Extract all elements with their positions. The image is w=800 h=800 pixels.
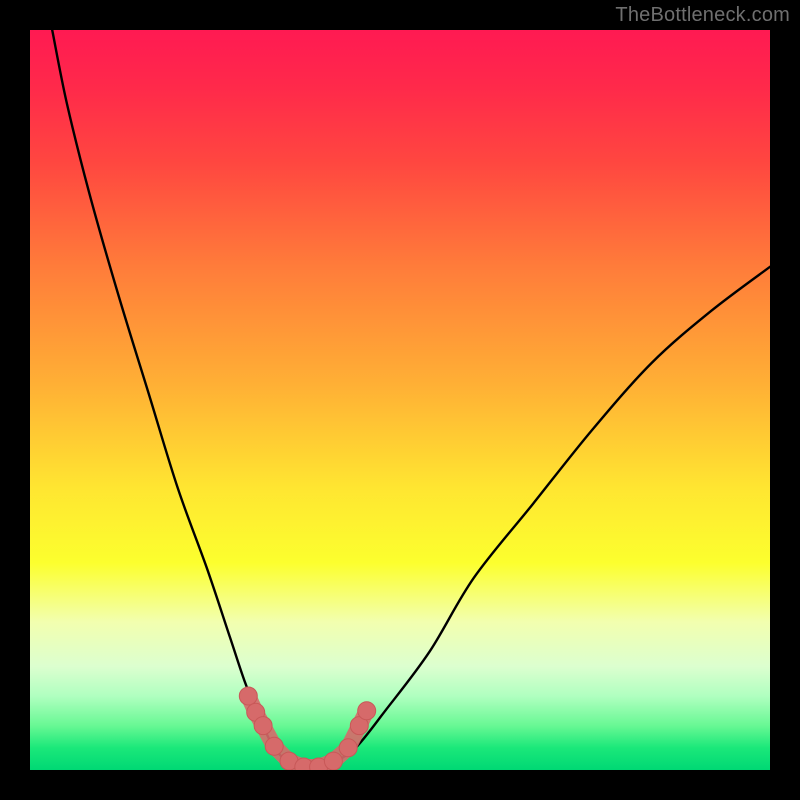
watermark-text: TheBottleneck.com (615, 4, 790, 27)
marker-dot (265, 737, 283, 755)
marker-dot (254, 717, 272, 735)
marker-dot (339, 739, 357, 757)
bottleneck-curve-svg (30, 30, 770, 770)
chart-frame: TheBottleneck.com (0, 0, 800, 800)
marker-dot (324, 752, 342, 770)
bottom-marker-cluster (239, 687, 375, 770)
plot-area (30, 30, 770, 770)
bottleneck-curve-path (52, 30, 770, 770)
marker-dot (358, 702, 376, 720)
marker-dot (239, 687, 257, 705)
